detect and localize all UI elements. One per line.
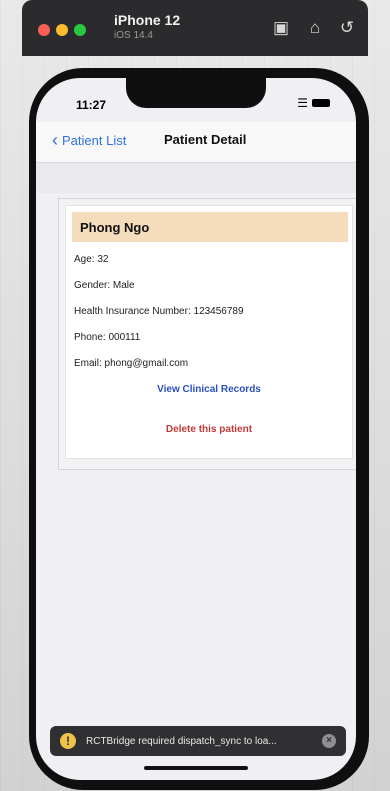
notch: [126, 78, 266, 108]
patient-card-container: Phong Ngo Age: 32 Gender: Male Health In…: [58, 198, 356, 470]
zoom-window-button[interactable]: [74, 24, 86, 36]
os-version: iOS 14.4: [114, 30, 153, 41]
toast-message: RCTBridge required dispatch_sync to loa.…: [86, 735, 277, 747]
minimize-window-button[interactable]: [56, 24, 68, 36]
simulator-title-bar: iPhone 12 iOS 14.4 ▣ ⌂ ↺: [22, 0, 368, 56]
patient-name-header: Phong Ngo: [72, 212, 348, 242]
warning-icon: !: [60, 733, 76, 749]
back-button[interactable]: ‹ Patient List: [52, 130, 127, 150]
status-time: 11:27: [76, 98, 107, 112]
page-title: Patient Detail: [164, 132, 247, 147]
navigation-bar: ‹ Patient List Patient Detail: [36, 122, 356, 163]
patient-age: Age: 32: [74, 254, 109, 265]
patient-phone: Phone: 000111: [74, 332, 141, 343]
home-icon[interactable]: ⌂: [304, 18, 326, 38]
patient-gender: Gender: Male: [74, 280, 135, 291]
delete-patient-button[interactable]: Delete this patient: [66, 424, 352, 435]
content-header-strip: [36, 163, 356, 193]
close-window-button[interactable]: [38, 24, 50, 36]
chevron-left-icon: ‹: [52, 130, 58, 150]
back-button-label: Patient List: [62, 132, 127, 148]
close-icon[interactable]: ×: [322, 734, 336, 748]
wifi-icon: ☰: [297, 96, 308, 110]
battery-icon: [312, 99, 330, 107]
rotate-icon[interactable]: ↺: [336, 18, 358, 38]
patient-email: Email: phong@gmail.com: [74, 358, 189, 369]
screenshot-icon[interactable]: ▣: [270, 18, 292, 38]
home-indicator[interactable]: [144, 766, 248, 770]
patient-insurance-number: Health Insurance Number: 123456789: [74, 306, 244, 317]
patient-card: Phong Ngo Age: 32 Gender: Male Health In…: [65, 205, 353, 459]
phone-screen: 11:27 ☰ ‹ Patient List Patient Detail Ph…: [36, 78, 356, 780]
patient-name: Phong Ngo: [80, 219, 150, 235]
warning-toast[interactable]: ! RCTBridge required dispatch_sync to lo…: [50, 726, 346, 756]
view-clinical-records-button[interactable]: View Clinical Records: [66, 384, 352, 395]
device-name: iPhone 12: [114, 12, 181, 28]
status-icons: ☰: [297, 96, 330, 110]
